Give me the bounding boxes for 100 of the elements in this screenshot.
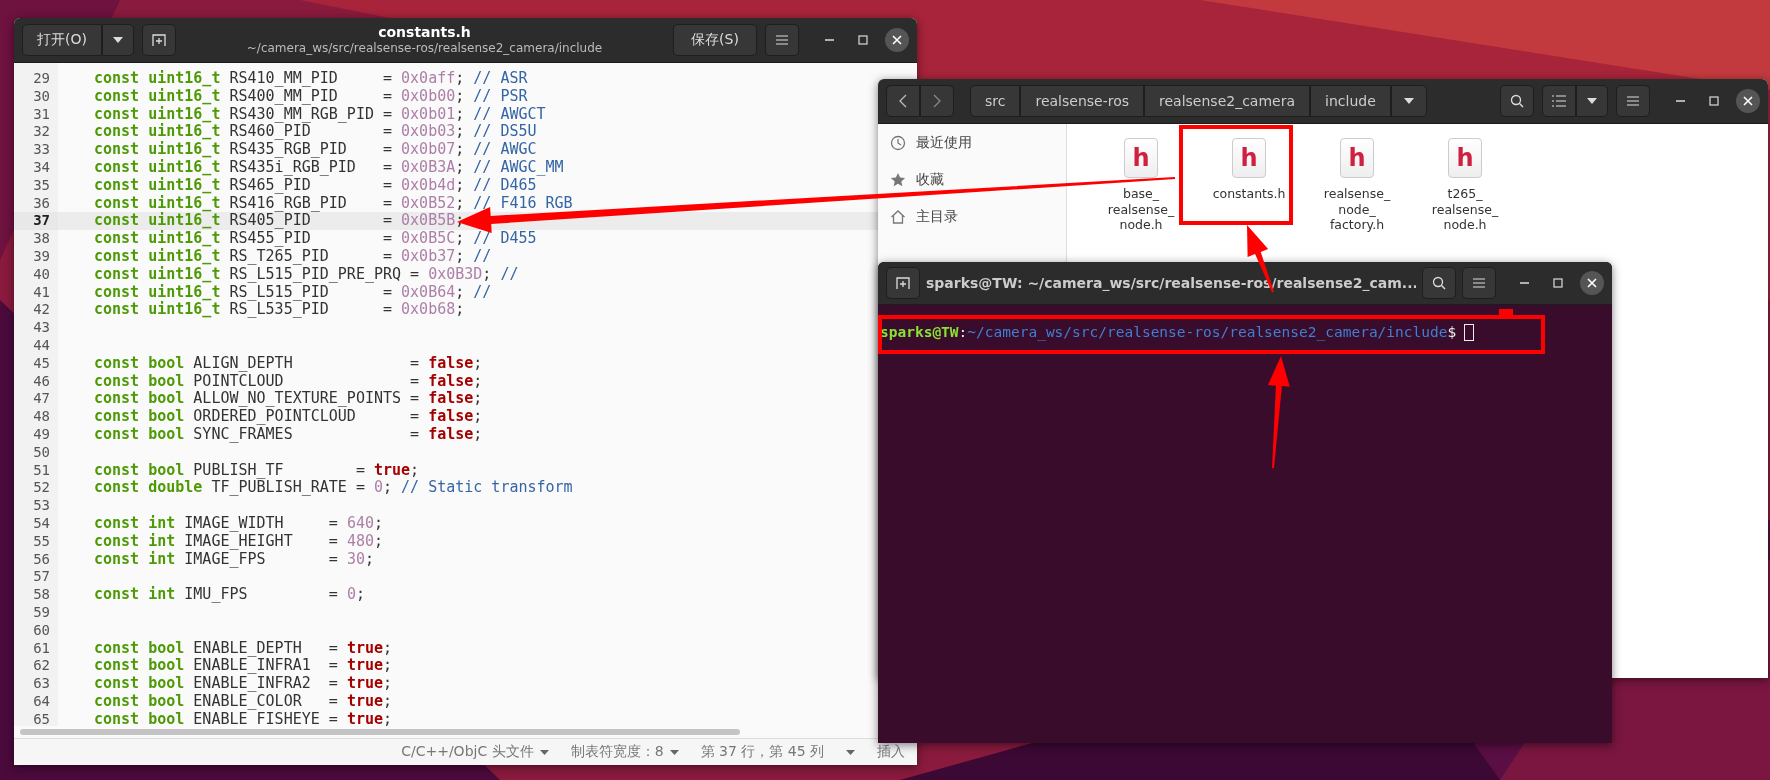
code-line: const uint16_t RS_L515_PID_PRE_PRQ = 0x0B3D; //: [93, 265, 520, 284]
cursor-position[interactable]: 第 37 行，第 45 列: [692, 743, 863, 761]
view-options-button[interactable]: [1576, 85, 1608, 117]
file-item[interactable]: h constants.h: [1199, 138, 1299, 202]
close-button[interactable]: [1580, 271, 1604, 295]
code-line: const bool ENABLE_INFRA1 = true;: [93, 657, 394, 676]
sidebar-item[interactable]: 最近使用: [878, 124, 1066, 161]
new-tab-icon: [152, 33, 166, 47]
file-path: ~/camera_ws/src/realsense-ros/realsense2_camera/include: [246, 41, 603, 56]
path-dropdown[interactable]: [1390, 85, 1427, 117]
path-button[interactable]: src: [970, 85, 1021, 117]
line-number: 48: [32, 408, 51, 426]
menu-button[interactable]: [765, 24, 799, 56]
code-line: const uint16_t RS_L515_PID = 0x0B64; //: [93, 283, 493, 302]
code-line: const bool ENABLE_DEPTH = true;: [93, 639, 394, 658]
header-file-icon: h: [1448, 138, 1482, 178]
menu-icon: [1627, 96, 1639, 106]
line-number: 56: [32, 550, 51, 569]
search-button[interactable]: [1500, 85, 1534, 117]
line-number: 63: [32, 675, 51, 693]
caret-icon: [1587, 98, 1597, 104]
scrollbar[interactable]: [20, 729, 740, 735]
sidebar-item[interactable]: 主目录: [878, 198, 1066, 235]
forward-icon: [933, 94, 941, 108]
line-number: 37: [14, 212, 58, 231]
close-icon: [892, 35, 902, 45]
tab-width-selector[interactable]: 制表符宽度：8: [562, 743, 687, 761]
prompt-symbol: $: [1447, 323, 1457, 340]
code-line: const uint16_t RS416_RGB_PID = 0x0B52; // F416 RGB: [93, 194, 574, 213]
maximize-icon: [1553, 278, 1563, 288]
menu-icon: [1473, 278, 1485, 288]
home-icon: [890, 208, 906, 225]
code-line: const uint16_t RS460_PID = 0x0b03; // DS5U: [93, 123, 538, 141]
prompt-user: sparks@TW: [880, 323, 959, 342]
header-file-icon: h: [1340, 138, 1374, 178]
line-number: 59: [32, 603, 51, 622]
line-number: 53: [32, 497, 51, 515]
sidebar-item[interactable]: 收藏: [878, 161, 1066, 198]
file-item[interactable]: h base_realsense_node.h: [1091, 138, 1191, 233]
code-line: const int IMU_FPS = 0;: [93, 586, 366, 604]
insert-mode[interactable]: 插入: [869, 743, 913, 761]
line-number: 38: [32, 230, 51, 248]
list-icon: [1552, 95, 1566, 107]
line-number: 29: [32, 70, 51, 88]
code-line: const bool ENABLE_COLOR = true;: [93, 692, 394, 711]
path-button[interactable]: realsense-ros: [1020, 85, 1145, 117]
new-tab-icon: [896, 276, 910, 290]
line-number: 42: [32, 301, 51, 320]
caret-icon: [846, 749, 855, 755]
menu-button[interactable]: [1462, 267, 1496, 299]
code-line: const uint16_t RS435i_RGB_PID = 0x0B3A; // AWGC_MM: [93, 159, 565, 177]
menu-button[interactable]: [1616, 85, 1650, 117]
line-number: 49: [32, 425, 51, 444]
line-number: 41: [32, 283, 51, 302]
dropdown-button[interactable]: [102, 24, 134, 56]
close-button[interactable]: [885, 28, 909, 52]
line-number: 54: [32, 514, 51, 533]
back-icon: [899, 94, 907, 108]
line-number: 31: [32, 105, 51, 124]
maximize-icon: [858, 35, 868, 45]
code-line: const uint16_t RS430_MM_RGB_PID = 0x0b01; // AWGCT: [93, 105, 547, 124]
code-line: const bool ALIGN_DEPTH = false;: [93, 354, 484, 373]
code-line: const uint16_t RS400_MM_PID = 0x0b00; // PSR: [93, 87, 529, 106]
line-number: 35: [32, 176, 51, 195]
file-item[interactable]: h t265_realsense_node.h: [1415, 138, 1515, 233]
path-button[interactable]: include: [1310, 85, 1391, 117]
line-number: 57: [32, 568, 51, 587]
save-button[interactable]: 保存(S): [673, 24, 757, 56]
line-number: 30: [32, 87, 51, 106]
line-number: 55: [32, 532, 51, 551]
window-title: constants.h: [378, 24, 471, 42]
code-line: const int IMAGE_WIDTH = 640;: [93, 514, 384, 533]
line-number: 51: [32, 461, 51, 480]
line-number: 34: [32, 159, 51, 177]
prompt-separator: :: [958, 323, 968, 342]
code-line: const bool ENABLE_INFRA2 = true;: [93, 675, 394, 693]
new-tab-button[interactable]: [142, 24, 176, 56]
caret-icon: [113, 37, 123, 43]
code-line: const uint16_t RS_L535_PID = 0x0b68;: [93, 301, 466, 320]
open-button[interactable]: 打开(O): [22, 24, 102, 56]
line-number: 50: [32, 443, 51, 462]
view-list-button[interactable]: [1542, 85, 1576, 117]
search-button[interactable]: [1422, 267, 1456, 299]
caret-icon: [539, 749, 549, 755]
search-icon: [1510, 94, 1524, 108]
code-line: const uint16_t RS_T265_PID = 0x0b37; //: [93, 247, 493, 266]
path-button[interactable]: realsense2_camera: [1144, 85, 1311, 117]
line-number: 64: [32, 692, 51, 711]
line-number: 44: [32, 336, 51, 355]
code-line: const bool SYNC_FRAMES = false;: [93, 425, 484, 444]
line-number: 58: [32, 586, 51, 604]
code-line: const bool POINTCLOUD = false;: [93, 372, 484, 391]
line-number: 45: [32, 354, 51, 373]
back-button[interactable]: [886, 85, 920, 117]
code-line: const bool ORDERED_POINTCLOUD = false;: [93, 408, 484, 426]
new-tab-button[interactable]: [886, 267, 920, 299]
file-item[interactable]: h realsense_node_factory.h: [1307, 138, 1407, 233]
code-line: const uint16_t RS455_PID = 0x0B5C; // D455: [93, 230, 538, 248]
close-button[interactable]: [1736, 89, 1760, 113]
language-selector[interactable]: C/C++/ObjC 头文件: [393, 743, 557, 761]
